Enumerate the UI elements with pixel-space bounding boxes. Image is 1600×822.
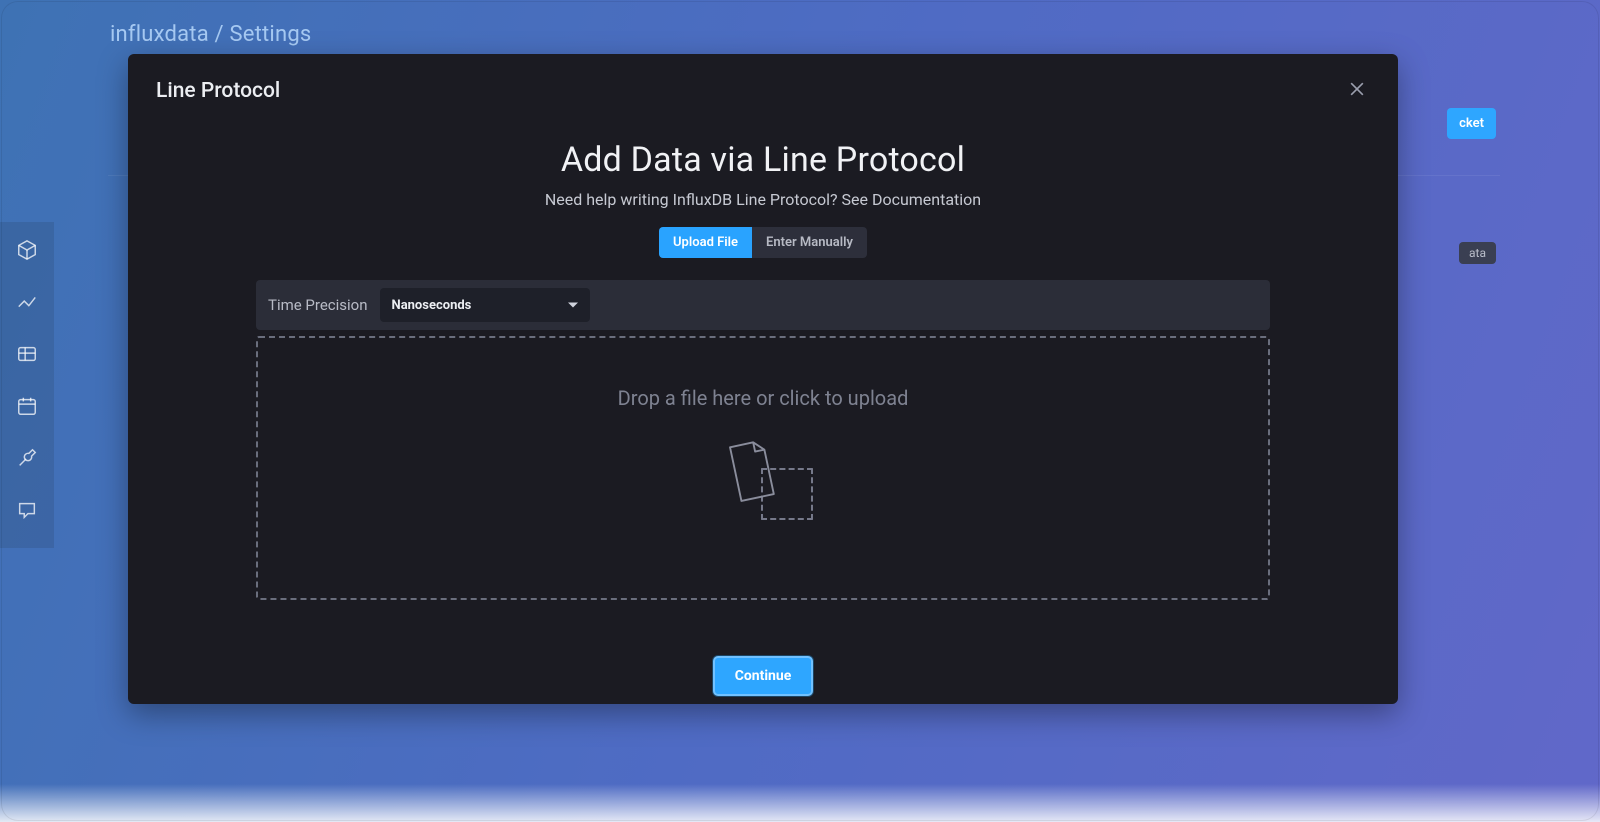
dropzone-label: Drop a file here or click to upload (618, 386, 909, 410)
chevron-down-icon (568, 303, 578, 308)
modal-header: Line Protocol (128, 54, 1398, 104)
time-precision-label: Time Precision (268, 296, 368, 314)
breadcrumb-org[interactable]: influxdata (110, 22, 209, 47)
time-precision-select[interactable]: Nanoseconds (380, 288, 590, 322)
graph-icon[interactable] (15, 290, 39, 314)
wrench-icon[interactable] (15, 446, 39, 470)
file-dropzone[interactable]: Drop a file here or click to upload (256, 336, 1270, 600)
cube-icon[interactable] (15, 238, 39, 262)
close-button[interactable] (1344, 78, 1370, 104)
modal-subheading[interactable]: Need help writing InfluxDB Line Protocol… (545, 190, 981, 209)
modal-title: Line Protocol (156, 79, 280, 103)
create-bucket-button[interactable]: cket (1447, 108, 1496, 139)
continue-button[interactable]: Continue (713, 656, 814, 696)
breadcrumb-page[interactable]: Settings (230, 22, 312, 47)
tag-label: ata (1459, 242, 1496, 264)
modal-body: Add Data via Line Protocol Need help wri… (128, 104, 1398, 696)
nav-rail (0, 230, 54, 530)
calendar-icon[interactable] (15, 394, 39, 418)
time-precision-bar: Time Precision Nanoseconds (256, 280, 1270, 330)
breadcrumb[interactable]: influxdata / Settings (110, 22, 311, 47)
bottom-fade (0, 784, 1600, 822)
tab-enter-manually[interactable]: Enter Manually (752, 227, 867, 258)
input-mode-segmented: Upload File Enter Manually (659, 227, 867, 258)
chat-icon[interactable] (15, 498, 39, 522)
time-precision-value: Nanoseconds (392, 298, 472, 313)
close-icon (1347, 79, 1367, 103)
breadcrumb-sep: / (215, 22, 224, 47)
tab-upload-file[interactable]: Upload File (659, 227, 752, 258)
file-icon (721, 438, 779, 508)
line-protocol-modal: Line Protocol Add Data via Line Protocol… (128, 54, 1398, 704)
dropzone-icon-group (713, 438, 813, 522)
modal-footer: Continue (256, 656, 1270, 696)
grid-icon[interactable] (15, 342, 39, 366)
modal-heading: Add Data via Line Protocol (561, 140, 965, 180)
